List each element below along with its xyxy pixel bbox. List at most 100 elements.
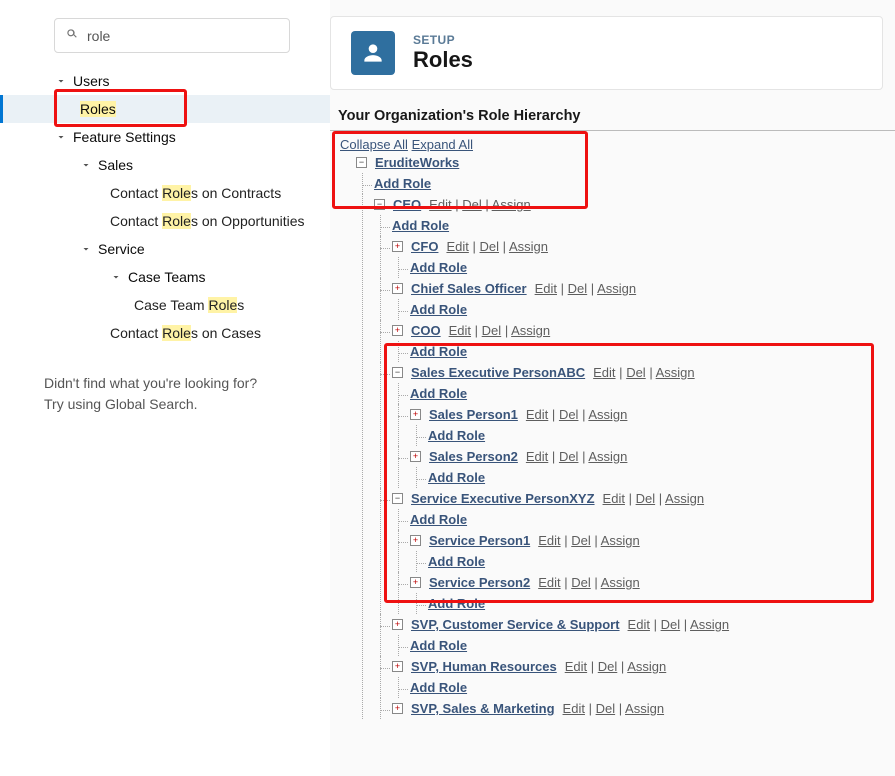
add-role-link[interactable]: Add Role	[410, 638, 467, 653]
role-sales-person1[interactable]: Sales Person1	[429, 407, 518, 422]
assign-link[interactable]: Assign	[601, 533, 640, 548]
expand-icon[interactable]	[392, 325, 403, 336]
role-service-person2[interactable]: Service Person2	[429, 575, 530, 590]
assign-link[interactable]: Assign	[588, 449, 627, 464]
role-svp-sales-marketing[interactable]: SVP, Sales & Marketing	[411, 701, 555, 716]
add-role-link[interactable]: Add Role	[410, 512, 467, 527]
expand-icon[interactable]	[392, 283, 403, 294]
expand-icon[interactable]	[392, 619, 403, 630]
add-role-link[interactable]: Add Role	[374, 176, 431, 191]
add-role-link[interactable]: Add Role	[410, 680, 467, 695]
del-link[interactable]: Del	[480, 239, 500, 254]
role-svp-customer-service[interactable]: SVP, Customer Service & Support	[411, 617, 620, 632]
expand-all-link[interactable]: Expand All	[412, 137, 473, 152]
del-link[interactable]: Del	[568, 281, 588, 296]
expand-icon[interactable]	[410, 535, 421, 546]
add-role-link[interactable]: Add Role	[410, 260, 467, 275]
expand-icon[interactable]	[392, 241, 403, 252]
edit-link[interactable]: Edit	[603, 491, 625, 506]
add-role-link[interactable]: Add Role	[428, 596, 485, 611]
nav-service[interactable]: Service	[0, 235, 330, 263]
nav-sales[interactable]: Sales	[0, 151, 330, 179]
add-role-link[interactable]: Add Role	[410, 386, 467, 401]
role-sales-executive[interactable]: Sales Executive PersonABC	[411, 365, 585, 380]
expand-icon[interactable]	[392, 703, 403, 714]
page-title: Roles	[413, 47, 473, 73]
edit-link[interactable]: Edit	[538, 533, 560, 548]
edit-link[interactable]: Edit	[526, 449, 548, 464]
edit-link[interactable]: Edit	[538, 575, 560, 590]
assign-link[interactable]: Assign	[690, 617, 729, 632]
del-link[interactable]: Del	[462, 197, 482, 212]
nav-contact-roles-contracts[interactable]: Contact Roles on Contracts	[0, 179, 330, 207]
collapse-icon[interactable]	[392, 367, 403, 378]
highlight-box-roles	[54, 89, 187, 127]
role-service-executive[interactable]: Service Executive PersonXYZ	[411, 491, 595, 506]
add-role-link[interactable]: Add Role	[428, 428, 485, 443]
del-link[interactable]: Del	[636, 491, 656, 506]
del-link[interactable]: Del	[559, 449, 579, 464]
assign-link[interactable]: Assign	[625, 701, 664, 716]
nav-sales-label: Sales	[98, 157, 133, 173]
collapse-icon[interactable]	[392, 493, 403, 504]
expand-icon[interactable]	[410, 409, 421, 420]
assign-link[interactable]: Assign	[601, 575, 640, 590]
add-role-link[interactable]: Add Role	[410, 302, 467, 317]
quick-find-search[interactable]	[54, 18, 290, 53]
edit-link[interactable]: Edit	[526, 407, 548, 422]
role-sales-person2[interactable]: Sales Person2	[429, 449, 518, 464]
add-role-link[interactable]: Add Role	[392, 218, 449, 233]
edit-link[interactable]: Edit	[449, 323, 471, 338]
edit-link[interactable]: Edit	[446, 239, 468, 254]
edit-link[interactable]: Edit	[429, 197, 451, 212]
collapse-icon[interactable]	[374, 199, 385, 210]
del-link[interactable]: Del	[626, 365, 646, 380]
not-found-hint: Didn't find what you're looking for? Try…	[44, 373, 312, 415]
del-link[interactable]: Del	[661, 617, 681, 632]
role-service-person1[interactable]: Service Person1	[429, 533, 530, 548]
nav-case-teams[interactable]: Case Teams	[0, 263, 330, 291]
nav-case-teams-label: Case Teams	[128, 269, 206, 285]
role-chief-sales-officer[interactable]: Chief Sales Officer	[411, 281, 527, 296]
del-link[interactable]: Del	[559, 407, 579, 422]
role-cfo[interactable]: CFO	[411, 239, 438, 254]
del-link[interactable]: Del	[571, 575, 591, 590]
nav-feature-settings-label: Feature Settings	[73, 129, 176, 145]
edit-link[interactable]: Edit	[565, 659, 587, 674]
assign-link[interactable]: Assign	[511, 323, 550, 338]
add-role-link[interactable]: Add Role	[428, 470, 485, 485]
quick-find-input[interactable]	[87, 28, 279, 44]
collapse-all-link[interactable]: Collapse All	[340, 137, 408, 152]
assign-link[interactable]: Assign	[665, 491, 704, 506]
nav-service-label: Service	[98, 241, 145, 257]
expand-icon[interactable]	[410, 577, 421, 588]
role-ceo[interactable]: CEO	[393, 197, 421, 212]
nav-contact-roles-opportunities[interactable]: Contact Roles on Opportunities	[0, 207, 330, 235]
edit-link[interactable]: Edit	[628, 617, 650, 632]
role-svp-human-resources[interactable]: SVP, Human Resources	[411, 659, 557, 674]
nav-contact-roles-cases[interactable]: Contact Roles on Cases	[0, 319, 330, 347]
nav-feature-settings[interactable]: Feature Settings	[0, 123, 330, 151]
assign-link[interactable]: Assign	[656, 365, 695, 380]
nav-case-team-roles[interactable]: Case Team Roles	[0, 291, 330, 319]
collapse-icon[interactable]	[356, 157, 367, 168]
expand-icon[interactable]	[392, 661, 403, 672]
del-link[interactable]: Del	[598, 659, 618, 674]
add-role-link[interactable]: Add Role	[428, 554, 485, 569]
del-link[interactable]: Del	[482, 323, 502, 338]
del-link[interactable]: Del	[596, 701, 616, 716]
expand-icon[interactable]	[410, 451, 421, 462]
assign-link[interactable]: Assign	[588, 407, 627, 422]
role-eruditeworks[interactable]: EruditeWorks	[375, 155, 459, 170]
nav-contact-roles-cases-label: Contact Roles on Cases	[110, 325, 261, 341]
assign-link[interactable]: Assign	[509, 239, 548, 254]
add-role-link[interactable]: Add Role	[410, 344, 467, 359]
edit-link[interactable]: Edit	[563, 701, 585, 716]
assign-link[interactable]: Assign	[597, 281, 636, 296]
edit-link[interactable]: Edit	[535, 281, 557, 296]
assign-link[interactable]: Assign	[492, 197, 531, 212]
assign-link[interactable]: Assign	[627, 659, 666, 674]
del-link[interactable]: Del	[571, 533, 591, 548]
role-coo[interactable]: COO	[411, 323, 441, 338]
edit-link[interactable]: Edit	[593, 365, 615, 380]
